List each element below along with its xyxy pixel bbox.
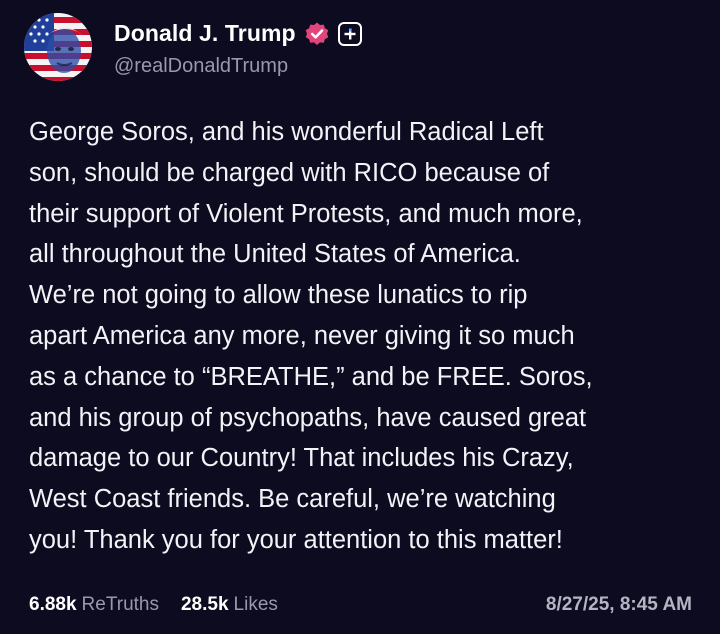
avatar[interactable] <box>24 13 92 81</box>
post-body-text: George Soros, and his wonderful Radical … <box>29 118 593 554</box>
plus-badge-icon <box>337 21 362 46</box>
name-row: Donald J. Trump <box>114 17 362 51</box>
flag-portrait-avatar-icon <box>24 13 92 81</box>
post-header: Donald J. Trump @realDonaldTrump <box>24 13 362 81</box>
retruths-count: 6.88k <box>29 594 77 615</box>
retruths-label: ReTruths <box>81 594 159 615</box>
author-identity: Donald J. Trump @realDonaldTrump <box>114 17 362 78</box>
user-handle[interactable]: @realDonaldTrump <box>114 55 362 78</box>
verified-badge-icon <box>304 21 330 47</box>
post-timestamp[interactable]: 8/27/25, 8:45 AM <box>546 594 692 616</box>
display-name[interactable]: Donald J. Trump <box>114 20 296 47</box>
likes-label: Likes <box>233 594 278 615</box>
post-footer: 6.88k ReTruths 28.5k Likes 8/27/25, 8:45… <box>29 592 692 618</box>
likes-stat[interactable]: 28.5k Likes <box>181 594 278 616</box>
truth-post: Donald J. Trump @realDonaldTrump George … <box>0 0 720 634</box>
retruths-stat[interactable]: 6.88k ReTruths <box>29 594 159 616</box>
likes-count: 28.5k <box>180 594 229 615</box>
